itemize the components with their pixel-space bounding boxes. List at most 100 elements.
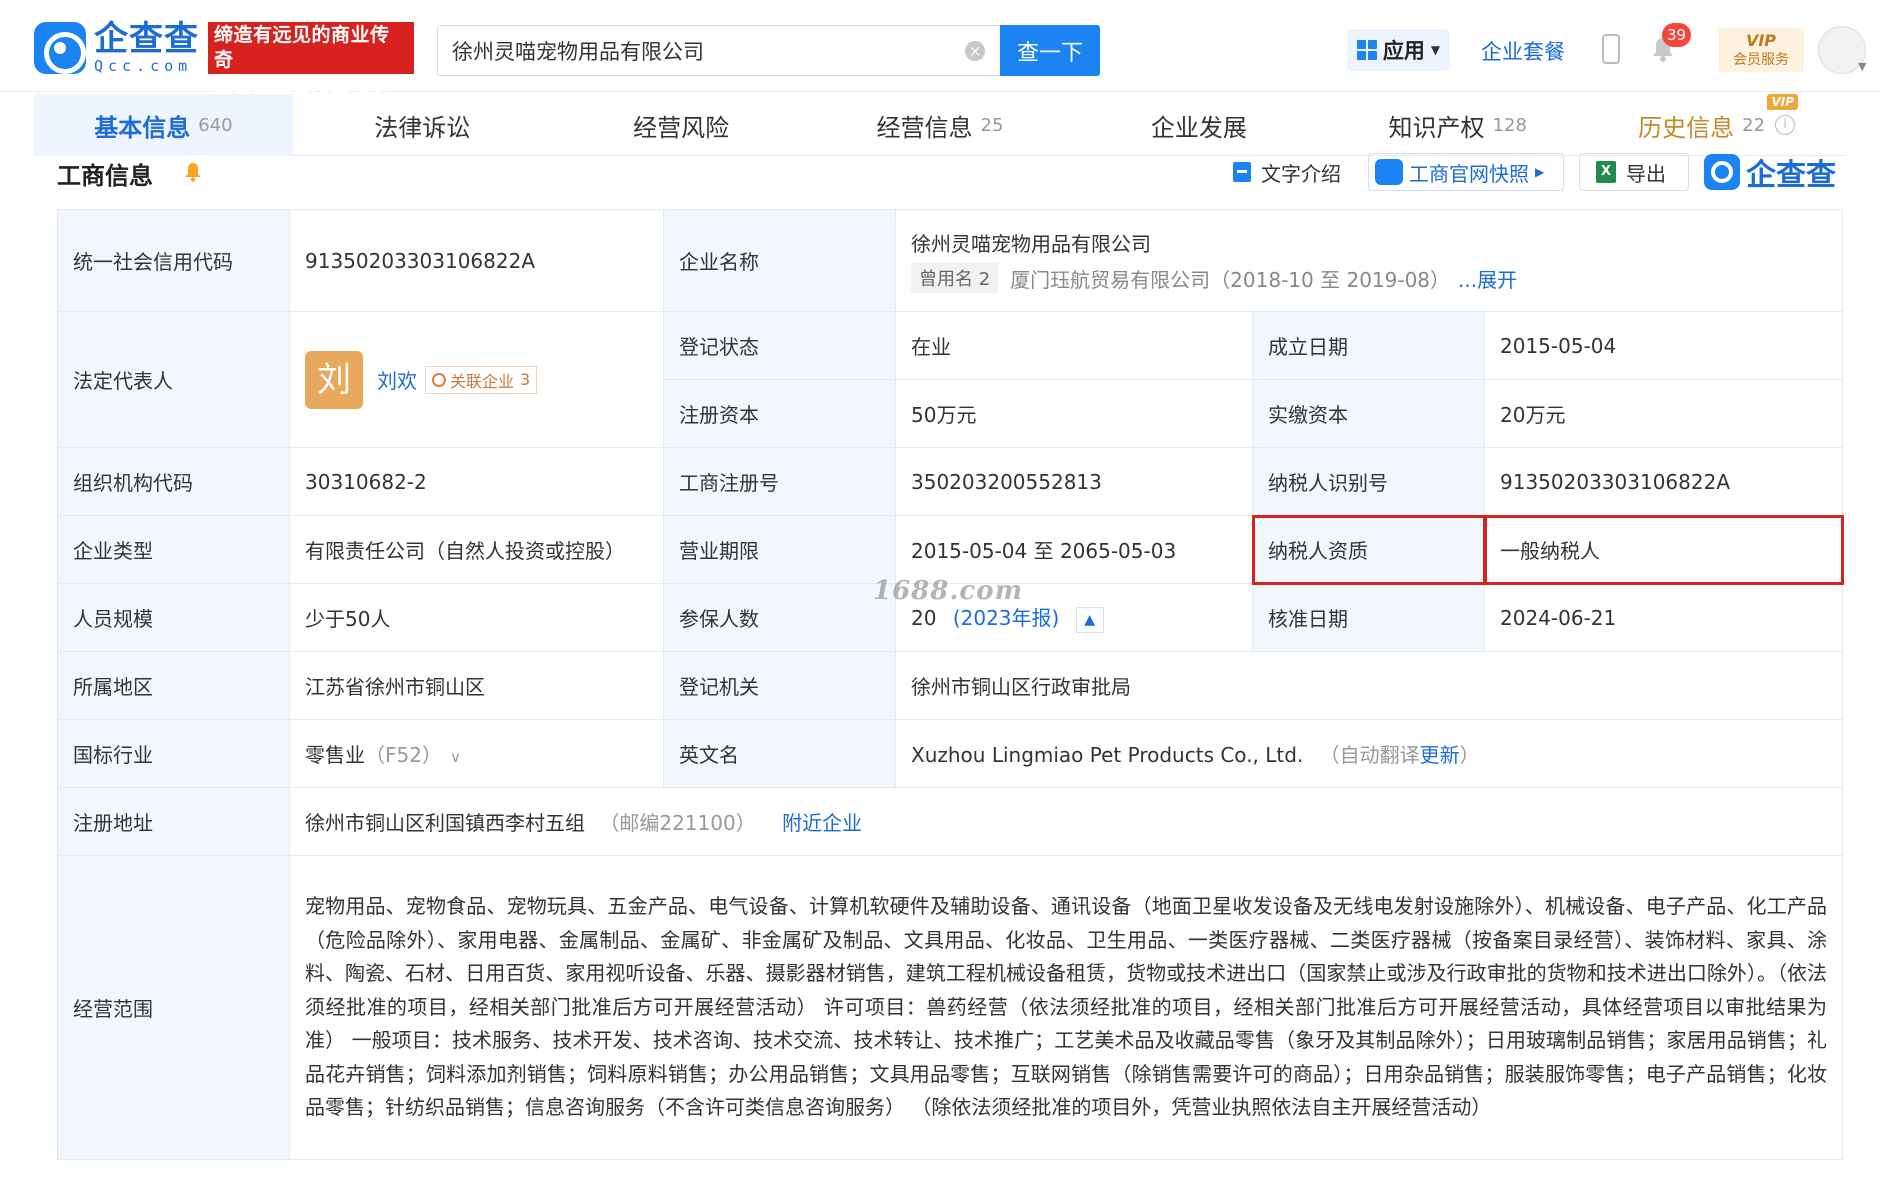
insured-cell: 20 (2023年报) ▲ [895, 583, 1253, 652]
english-name-cell: Xuzhou Lingmiao Pet Products Co., Ltd. （… [894, 719, 1844, 788]
former-name-row: 曾用名 2 厦门珏航贸易有限公司（2018-10 至 2019-08） ...展… [911, 263, 1827, 293]
related-companies-tag[interactable]: 关联企业 3 [425, 365, 538, 394]
table-row: 统一社会信用代码 91350203303106822A 企业名称 徐州灵喵宠物用… [57, 209, 1844, 312]
enterprise-suite-link[interactable]: 企业套餐 [1481, 36, 1565, 66]
tab-business-info[interactable]: 经营信息 25 [811, 94, 1070, 156]
insured-value: 20 [911, 606, 937, 631]
mobile-app-icon[interactable] [1602, 34, 1620, 64]
status-label: 登记状态 [663, 311, 896, 380]
staff-size-value: 少于50人 [289, 583, 664, 652]
apps-label: 应用 [1382, 39, 1425, 63]
qcc-logo[interactable]: 企查查 Qcc.com [34, 22, 199, 74]
former-name-tag: 曾用名 2 [911, 263, 999, 293]
slogan-banner: 缔造有远见的商业传奇 全国企业信用查询系统 [208, 22, 414, 121]
table-row: 所属地区 江苏省徐州市铜山区 登记机关 徐州市铜山区行政审批局 [57, 651, 1844, 720]
status-value: 在业 [895, 311, 1253, 380]
approval-date-value: 2024-06-21 [1483, 583, 1844, 652]
snapshot-icon [1375, 159, 1403, 185]
term-value: 2015-05-04 至 2065-05-03 [895, 515, 1253, 584]
search-input[interactable] [452, 26, 952, 75]
legal-rep-cell: 刘 刘欢 关联企业 3 [289, 311, 664, 448]
tab-legal-litigation[interactable]: 法律诉讼 [293, 94, 552, 156]
tab-intellectual-property[interactable]: 知识产权 128 [1328, 94, 1587, 156]
reg-capital-label: 注册资本 [663, 379, 896, 448]
former-name-value: 厦门珏航贸易有限公司（2018-10 至 2019-08） [1010, 267, 1451, 292]
update-link[interactable]: 更新 [1420, 743, 1460, 767]
search-box: × [437, 25, 1001, 76]
region-label: 所属地区 [57, 651, 290, 720]
table-row: 组织机构代码 30310682-2 工商注册号 350203200552813 … [57, 447, 1844, 516]
logo-text-cn: 企查查 [94, 19, 199, 59]
tax-qualification-value: 一般纳税人 [1483, 514, 1844, 585]
top-header: 企查查 Qcc.com 缔造有远见的商业传奇 全国企业信用查询系统 × 查一下 … [0, 0, 1880, 121]
expand-link[interactable]: ...展开 [1458, 264, 1517, 293]
vip-sub-label: 会员服务 [1733, 52, 1789, 68]
text-intro-button[interactable]: 文字介绍 [1233, 153, 1341, 191]
info-icon[interactable]: i [1775, 115, 1796, 135]
region-value: 江苏省徐州市铜山区 [289, 651, 664, 720]
excel-icon: X [1596, 161, 1616, 183]
english-name-label: 英文名 [663, 719, 896, 788]
table-row: 法定代表人 刘 刘欢 关联企业 3 登记状态 在业 成立日期 2015-05-0… [57, 311, 1844, 448]
document-icon [1233, 162, 1251, 182]
business-scope-value: 宠物用品、宠物食品、宠物玩具、五金产品、电气设备、计算机软硬件及辅助设备、通讯设… [288, 855, 1844, 1160]
credit-code-value: 91350203303106822A [289, 209, 664, 312]
org-code-label: 组织机构代码 [57, 447, 290, 516]
approval-date-label: 核准日期 [1252, 583, 1485, 652]
table-row: 企业类型 有限责任公司（自然人投资或控股） 营业期限 2015-05-04 至 … [57, 514, 1844, 585]
scope-label: 经营范围 [57, 855, 290, 1160]
industry-value: 零售业 [305, 743, 365, 767]
tab-company-development[interactable]: 企业发展 [1069, 94, 1328, 156]
credit-code-label: 统一社会信用代码 [57, 209, 290, 312]
slogan-line-1: 缔造有远见的商业传奇 [214, 24, 390, 71]
apps-menu-button[interactable]: 应用 ▼ [1347, 29, 1450, 71]
staff-size-label: 人员规模 [57, 583, 290, 652]
notification-count-badge: 39 [1662, 23, 1692, 47]
auto-translate-note: （自动翻译 [1319, 743, 1420, 767]
taxpayer-id-value: 91350203303106822A [1483, 447, 1844, 516]
clear-search-icon[interactable]: × [965, 41, 985, 61]
industry-label: 国标行业 [57, 719, 290, 788]
table-row: 人员规模 少于50人 参保人数 20 (2023年报) ▲ 核准日期 2024-… [57, 583, 1844, 652]
search-button[interactable]: 查一下 [1000, 25, 1100, 76]
industry-cell: 零售业（F52） ∨ [289, 719, 664, 788]
reg-capital-value: 50万元 [895, 379, 1253, 448]
postcode-value: （邮编221100） [599, 811, 756, 835]
export-button[interactable]: X 导出 [1579, 153, 1689, 191]
company-name-value: 徐州灵喵宠物用品有限公司 [911, 232, 1151, 256]
english-name-value: Xuzhou Lingmiao Pet Products Co., Ltd. [911, 743, 1304, 767]
caret-down-icon: ▼ [1430, 43, 1441, 57]
founded-value: 2015-05-04 [1483, 311, 1844, 380]
chevron-down-icon[interactable]: ∨ [450, 748, 461, 766]
vip-service-button[interactable]: VIP 会员服务 [1718, 28, 1804, 72]
biz-reg-no-label: 工商注册号 [663, 447, 896, 516]
table-row: 国标行业 零售业（F52） ∨ 英文名 Xuzhou Lingmiao Pet P… [57, 719, 1844, 788]
insured-label: 参保人数 [663, 583, 896, 652]
tab-history-info[interactable]: 历史信息 22 i VIP [1587, 94, 1846, 156]
tab-business-risk[interactable]: 经营风险 [552, 94, 811, 156]
caret-right-icon: ▶ [1535, 165, 1545, 179]
legal-rep-name-link[interactable]: 刘欢 [377, 365, 417, 394]
industry-code: （F52） [365, 743, 442, 767]
address-label: 注册地址 [57, 787, 290, 856]
table-row: 注册地址 徐州市铜山区利国镇西李村五组 （邮编221100） 附近企业 [57, 787, 1844, 856]
qcc-logo-icon [34, 22, 86, 74]
company-type-label: 企业类型 [57, 515, 290, 584]
trend-chart-icon[interactable]: ▲ [1075, 606, 1104, 633]
founded-label: 成立日期 [1252, 311, 1485, 380]
org-code-value: 30310682-2 [289, 447, 664, 516]
address-cell: 徐州市铜山区利国镇西李村五组 （邮编221100） 附近企业 [288, 787, 1844, 856]
authority-value: 徐州市铜山区行政审批局 [894, 651, 1844, 720]
nearby-companies-link[interactable]: 附近企业 [782, 811, 862, 835]
qcc-watermark-logo: 企查查 [1704, 152, 1836, 193]
monitor-bell-icon[interactable] [184, 162, 202, 182]
related-network-icon [432, 372, 446, 387]
avatar-caret-icon[interactable]: ▼ [1858, 60, 1866, 73]
tax-qualification-label: 纳税人资质 [1251, 514, 1486, 585]
legal-rep-avatar[interactable]: 刘 [305, 350, 363, 409]
annual-report-link[interactable]: (2023年报) [953, 606, 1060, 630]
address-value: 徐州市铜山区利国镇西李村五组 [305, 811, 585, 835]
official-snapshot-button[interactable]: 工商官网快照 ▶ [1368, 153, 1564, 191]
tab-basic-info[interactable]: 基本信息 640 [34, 94, 293, 156]
company-name-label: 企业名称 [663, 209, 896, 312]
